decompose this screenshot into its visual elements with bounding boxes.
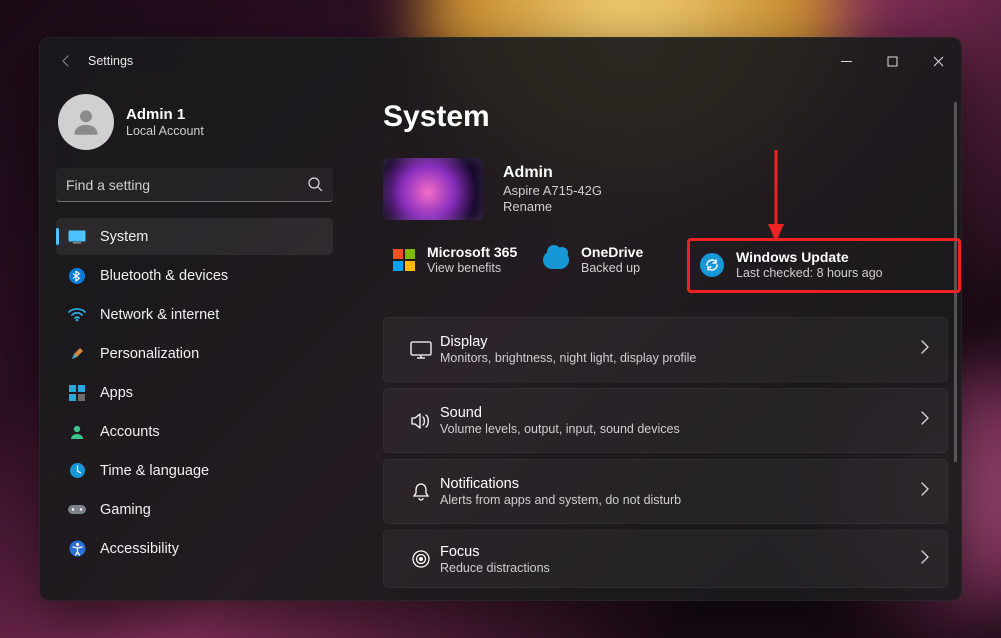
sidebar-item-apps[interactable]: Apps [56, 374, 333, 411]
status-tile-row: Microsoft 365 View benefits OneDrive Bac… [383, 238, 961, 293]
device-rename-link[interactable]: Rename [503, 199, 602, 214]
chevron-right-icon [921, 411, 929, 430]
tile-title: Microsoft 365 [427, 244, 517, 260]
search-input[interactable] [56, 168, 333, 202]
setting-title: Display [440, 334, 921, 350]
main-content: System Admin Aspire A715-42G Rename Micr… [349, 84, 961, 600]
device-thumbnail [383, 158, 483, 220]
setting-list: Display Monitors, brightness, night ligh… [383, 317, 948, 588]
sidebar: Admin 1 Local Account System Bluetooth &… [40, 84, 349, 600]
profile-block[interactable]: Admin 1 Local Account [58, 94, 333, 150]
setting-sub: Monitors, brightness, night light, displ… [440, 351, 921, 365]
avatar [58, 94, 114, 150]
setting-item-focus[interactable]: Focus Reduce distractions [383, 530, 948, 588]
sidebar-item-label: Time & language [100, 463, 209, 479]
annotation-arrow [766, 150, 786, 245]
nav: System Bluetooth & devices Network & int… [56, 218, 333, 567]
titlebar: Settings [40, 38, 961, 84]
sidebar-item-label: Apps [100, 385, 133, 401]
setting-item-sound[interactable]: Sound Volume levels, output, input, soun… [383, 388, 948, 453]
setting-title: Focus [440, 544, 921, 560]
setting-sub: Alerts from apps and system, do not dist… [440, 493, 921, 507]
apps-icon [68, 384, 86, 402]
tile-microsoft-365[interactable]: Microsoft 365 View benefits [383, 238, 533, 281]
tile-title: OneDrive [581, 244, 643, 260]
search-wrap [56, 168, 333, 202]
tile-sub: Backed up [581, 261, 643, 275]
sidebar-item-label: System [100, 229, 148, 245]
app-title: Settings [88, 54, 133, 68]
minimize-button[interactable] [823, 45, 869, 77]
cloud-icon [543, 251, 569, 269]
tile-onedrive[interactable]: OneDrive Backed up [533, 238, 683, 281]
device-model: Aspire A715-42G [503, 183, 602, 198]
close-button[interactable] [915, 45, 961, 77]
display-icon [402, 341, 440, 359]
sidebar-item-accessibility[interactable]: Accessibility [56, 530, 333, 567]
sidebar-item-label: Accounts [100, 424, 160, 440]
setting-item-display[interactable]: Display Monitors, brightness, night ligh… [383, 317, 948, 382]
settings-window: Settings Admin 1 Local Account [39, 37, 962, 601]
sound-icon [402, 412, 440, 430]
sidebar-item-label: Network & internet [100, 307, 219, 323]
maximize-button[interactable] [869, 45, 915, 77]
sidebar-item-time-language[interactable]: Time & language [56, 452, 333, 489]
sidebar-item-system[interactable]: System [56, 218, 333, 255]
chevron-right-icon [921, 340, 929, 359]
chevron-right-icon [921, 482, 929, 501]
setting-title: Notifications [440, 476, 921, 492]
back-button[interactable] [48, 43, 84, 79]
user-account-type: Local Account [126, 124, 204, 138]
page-title: System [383, 100, 961, 134]
sidebar-item-label: Accessibility [100, 541, 179, 557]
setting-sub: Reduce distractions [440, 561, 921, 575]
microsoft-logo-icon [393, 249, 415, 271]
tile-windows-update[interactable]: Windows Update Last checked: 8 hours ago [687, 238, 961, 293]
sidebar-item-personalization[interactable]: Personalization [56, 335, 333, 372]
sidebar-item-label: Gaming [100, 502, 151, 518]
person-icon [68, 423, 86, 441]
clock-globe-icon [68, 462, 86, 480]
search-icon [307, 176, 323, 197]
sidebar-item-gaming[interactable]: Gaming [56, 491, 333, 528]
sidebar-item-bluetooth[interactable]: Bluetooth & devices [56, 257, 333, 294]
bluetooth-icon [68, 267, 86, 285]
sidebar-item-network[interactable]: Network & internet [56, 296, 333, 333]
setting-item-notifications[interactable]: Notifications Alerts from apps and syste… [383, 459, 948, 524]
setting-sub: Volume levels, output, input, sound devi… [440, 422, 921, 436]
sidebar-item-accounts[interactable]: Accounts [56, 413, 333, 450]
chevron-right-icon [921, 550, 929, 569]
sync-icon [700, 253, 724, 277]
tile-sub: Last checked: 8 hours ago [736, 266, 883, 280]
wifi-icon [68, 306, 86, 324]
bell-icon [402, 482, 440, 502]
accessibility-icon [68, 540, 86, 558]
focus-icon [402, 549, 440, 569]
system-icon [68, 228, 86, 246]
paintbrush-icon [68, 345, 86, 363]
tile-title: Windows Update [736, 249, 883, 265]
device-name: Admin [503, 164, 602, 182]
sidebar-item-label: Bluetooth & devices [100, 268, 228, 284]
sidebar-item-label: Personalization [100, 346, 199, 362]
device-row: Admin Aspire A715-42G Rename [383, 158, 961, 220]
gamepad-icon [68, 501, 86, 519]
tile-sub: View benefits [427, 261, 517, 275]
user-name: Admin 1 [126, 106, 204, 123]
setting-title: Sound [440, 405, 921, 421]
